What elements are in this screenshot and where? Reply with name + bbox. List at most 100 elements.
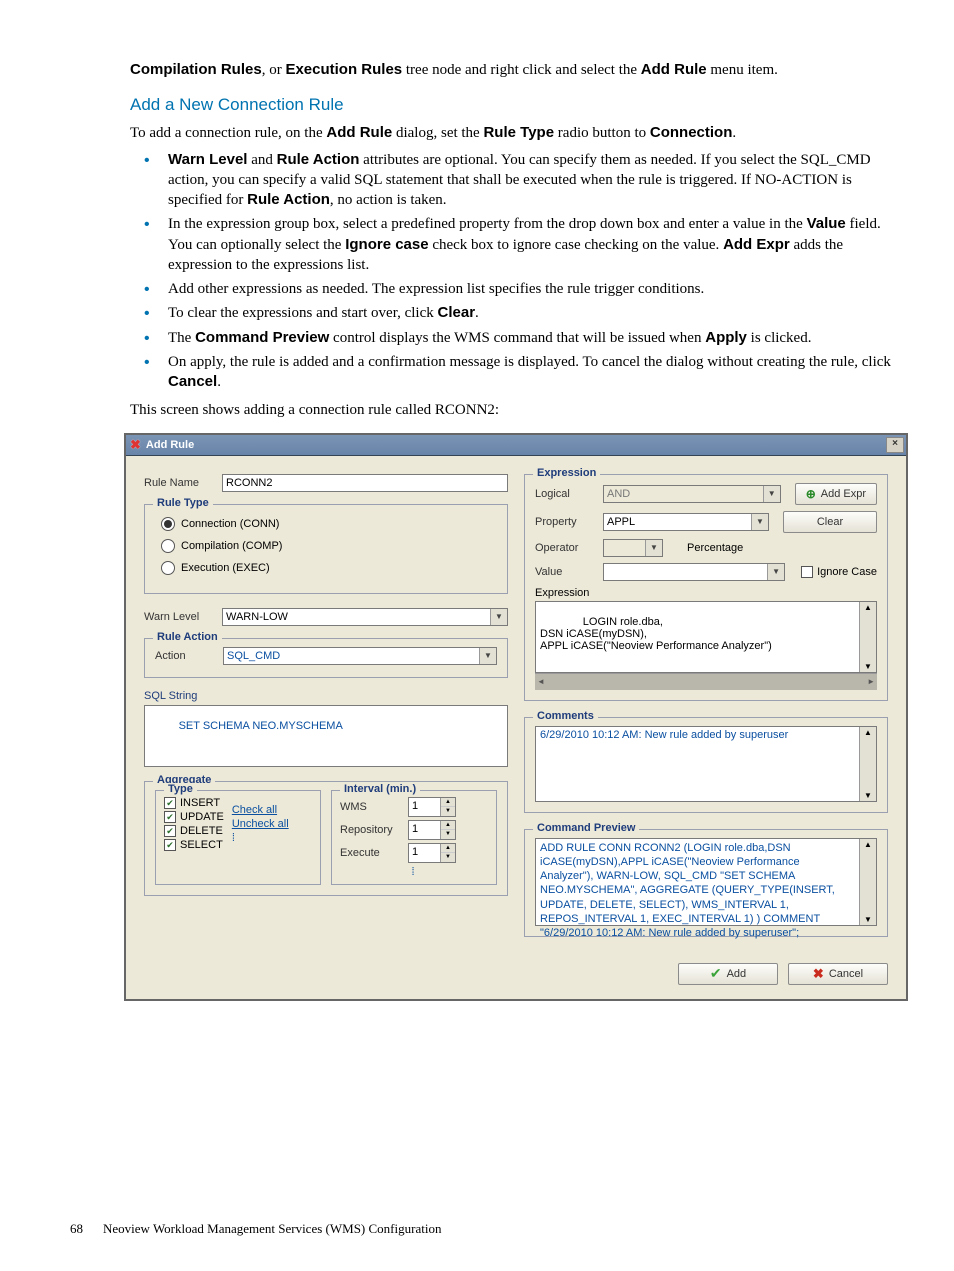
close-icon: ✖ [813,966,824,982]
bullet-6: On apply, the rule is added and a confir… [130,352,894,393]
rule-action-legend: Rule Action [153,631,222,643]
type-delete[interactable]: DELETE [164,825,224,837]
dialog-titlebar[interactable]: ✖ Add Rule × [126,435,906,456]
check-all-link[interactable]: Check all [232,804,289,816]
checkbox-icon [801,566,813,578]
checkbox-icon [164,811,176,823]
sql-string-label: SQL String [144,690,508,702]
intro-bold1: Compilation Rules [130,61,262,78]
type-insert[interactable]: INSERT [164,797,224,809]
check-icon: ✔ [710,965,722,982]
type-select[interactable]: SELECT [164,839,224,851]
app-icon: ✖ [130,437,141,453]
warn-level-label: Warn Level [144,611,214,623]
interval-legend: Interval (min.) [340,783,420,795]
action-select[interactable]: SQL_CMD ▼ [223,647,497,665]
page-footer: 68 Neoview Workload Management Services … [70,1221,894,1237]
intro-bold3: Add Rule [641,61,707,78]
spin-up-icon: ▲ [441,821,455,831]
type-legend: Type [164,783,197,795]
comments-legend: Comments [533,710,598,722]
scrollbar-vertical[interactable]: ▲▼ [859,727,876,801]
radio-icon [161,517,175,531]
chevron-down-icon: ▼ [767,564,784,580]
cancel-button[interactable]: ✖ Cancel [788,963,888,985]
preview-group: Command Preview ADD RULE CONN RCONN2 (LO… [524,829,888,937]
warn-level-select[interactable]: WARN-LOW ▼ [222,608,508,626]
int-exec-label: Execute [340,847,400,859]
close-icon[interactable]: × [886,437,904,453]
preview-text[interactable]: ADD RULE CONN RCONN2 (LOGIN role.dba,DSN… [535,838,877,926]
bullet-1: Warn Level and Rule Action attributes ar… [130,150,894,211]
add-rule-dialog: ✖ Add Rule × Rule Name Rule Type Connect… [124,433,908,1001]
spin-up-icon: ▲ [441,798,455,808]
plus-icon: ⊕ [806,487,816,501]
bullet-4: To clear the expressions and start over,… [130,303,894,323]
logical-label: Logical [535,488,595,500]
comments-text[interactable]: 6/29/2010 10:12 AM: New rule added by su… [535,726,877,802]
screen-note: This screen shows adding a connection ru… [130,400,894,420]
chevron-down-icon: ▼ [479,648,496,664]
para1: To add a connection rule, on the Add Rul… [130,123,894,143]
int-wms-label: WMS [340,801,400,813]
radio-icon [161,539,175,553]
sql-string-input[interactable]: SET SCHEMA NEO.MYSCHEMA [144,705,508,767]
rule-type-conn[interactable]: Connection (CONN) [161,517,497,531]
uncheck-all-link[interactable]: Uncheck all [232,818,289,830]
value-label: Value [535,566,595,578]
checkbox-icon [164,839,176,851]
intro-bold2: Execution Rules [285,61,402,78]
type-group: Type INSERT UPDATE DELETE SELECT Check a… [155,790,321,885]
scrollbar-horizontal[interactable]: ◄► [535,673,877,690]
rule-type-group: Rule Type Connection (CONN) Compilation … [144,504,508,594]
property-label: Property [535,516,595,528]
type-update[interactable]: UPDATE [164,811,224,823]
ignore-case-check[interactable]: Ignore Case [801,566,877,578]
int-exec-spin[interactable]: 1▲▼ [408,843,456,863]
int-repo-label: Repository [340,824,400,836]
value-select[interactable]: ▼ [603,563,785,581]
action-label: Action [155,650,215,662]
bullet-2: In the expression group box, select a pr… [130,214,894,275]
add-expr-button[interactable]: ⊕ Add Expr [795,483,877,505]
section-heading: Add a New Connection Rule [130,95,894,115]
scrollbar-vertical[interactable]: ▲▼ [859,839,876,925]
comments-group: Comments 6/29/2010 10:12 AM: New rule ad… [524,717,888,813]
chevron-down-icon: ▼ [763,486,780,502]
bullet-3: Add other expressions as needed. The exp… [130,279,894,299]
add-button[interactable]: ✔ Add [678,963,778,985]
rule-type-exec[interactable]: Execution (EXEC) [161,561,497,575]
spin-down-icon: ▼ [441,807,455,816]
rule-name-label: Rule Name [144,477,214,489]
interval-dotted-link[interactable]: ⁞ [411,866,416,878]
dialog-title: Add Rule [146,439,194,451]
aggregate-group: Aggregate Type INSERT UPDATE DELETE SELE… [144,781,508,896]
int-wms-spin[interactable]: 1▲▼ [408,797,456,817]
expression-text[interactable]: LOGIN role.dba, DSN iCASE(myDSN), APPL i… [535,601,877,673]
int-repo-spin[interactable]: 1▲▼ [408,820,456,840]
checkbox-icon [164,825,176,837]
expression-sub-label: Expression [535,587,877,599]
chevron-down-icon: ▼ [751,514,768,530]
logical-select[interactable]: AND ▼ [603,485,781,503]
dotted-link[interactable]: ⁞ [232,832,289,844]
rule-type-comp[interactable]: Compilation (COMP) [161,539,497,553]
operator-label: Operator [535,542,595,554]
page-number: 68 [70,1221,83,1237]
rule-name-input[interactable] [222,474,508,492]
property-select[interactable]: APPL ▼ [603,513,769,531]
bullet-5: The Command Preview control displays the… [130,328,894,348]
chevron-down-icon: ▼ [645,540,662,556]
intro-paragraph: Compilation Rules, or Execution Rules tr… [130,60,894,80]
preview-legend: Command Preview [533,822,639,834]
rule-action-group: Rule Action Action SQL_CMD ▼ [144,638,508,678]
spin-down-icon: ▼ [441,853,455,862]
operator-select[interactable]: ▼ [603,539,663,557]
clear-button[interactable]: Clear [783,511,877,533]
scrollbar-vertical[interactable]: ▲▼ [859,602,876,672]
footer-title: Neoview Workload Management Services (WM… [103,1221,441,1237]
spin-up-icon: ▲ [441,844,455,854]
spin-down-icon: ▼ [441,830,455,839]
expression-legend: Expression [533,467,600,479]
chevron-down-icon: ▼ [490,609,507,625]
